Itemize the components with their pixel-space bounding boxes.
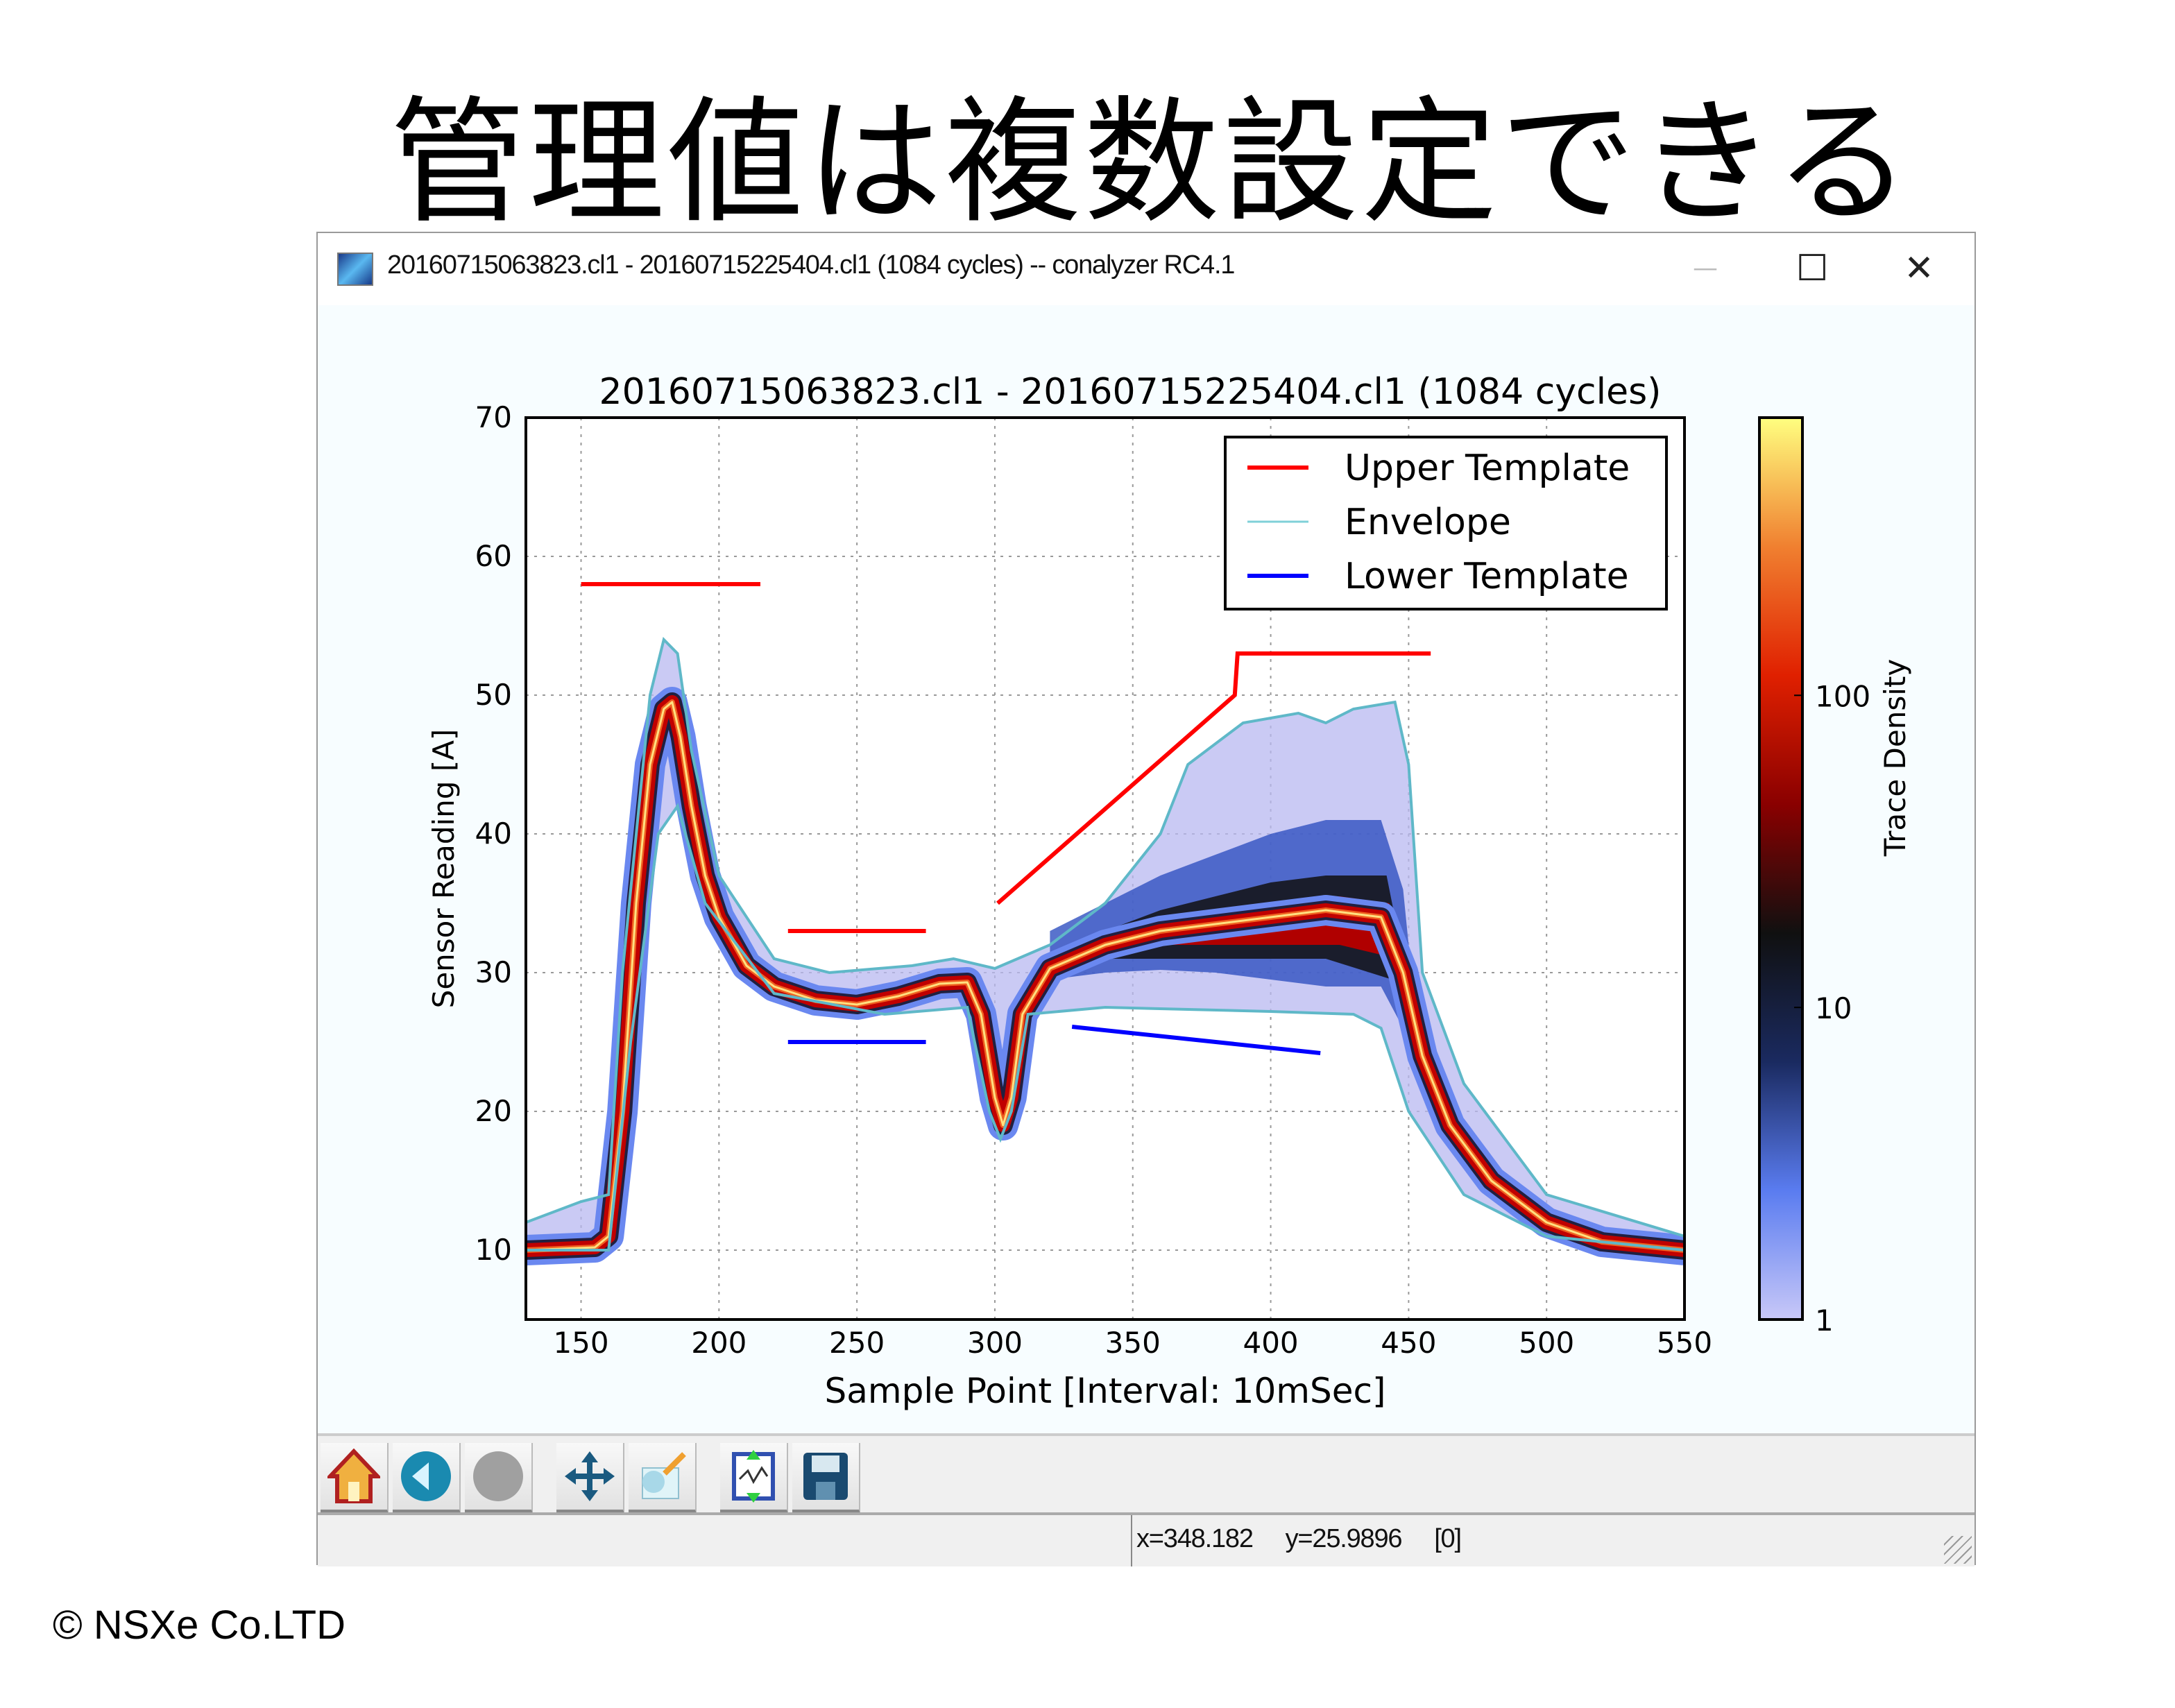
slide: 管理値は複数設定できる 20160715063823.cl1 - 2016071…: [0, 0, 2175, 1708]
forward-button[interactable]: [465, 1443, 533, 1514]
x-axis-label: Sample Point [Interval: 10mSec]: [825, 1371, 1386, 1411]
colorbar: [1758, 416, 1804, 1321]
x-tick-label: 250: [829, 1326, 885, 1360]
minimize-button[interactable]: —: [1664, 241, 1747, 297]
y-tick-label: 40: [475, 817, 512, 851]
close-button[interactable]: ✕: [1877, 241, 1961, 297]
status-bar: x=348.182 y=25.9896 [0]: [318, 1512, 1974, 1566]
chart: 150 200 250 300 350 400 450 500 550 10 20 30 40 50 60 7…: [427, 371, 1912, 1411]
y-tick-label: 10: [475, 1233, 512, 1267]
zoom-button[interactable]: [629, 1443, 697, 1514]
status-index: [0]: [1434, 1525, 1462, 1554]
window-title: 20160715063823.cl1 - 20160715225404.cl1 …: [387, 251, 1235, 280]
legend-label: Upper Template: [1345, 447, 1630, 489]
status-y: y=25.9896: [1285, 1525, 1403, 1554]
title-bar: 20160715063823.cl1 - 20160715225404.cl1 …: [318, 233, 1974, 305]
status-divider: [1131, 1515, 1132, 1566]
configure-subplots-button[interactable]: [720, 1443, 788, 1514]
y-tick-label: 60: [475, 539, 512, 573]
status-x: x=348.182: [1136, 1525, 1254, 1554]
x-tick-label: 550: [1657, 1326, 1712, 1360]
app-window: 20160715063823.cl1 - 20160715225404.cl1 …: [316, 232, 1976, 1566]
y-tick-label: 50: [475, 678, 512, 712]
app-waveform-icon: [337, 253, 373, 286]
legend-label: Lower Template: [1345, 556, 1629, 597]
chart-title: 20160715063823.cl1 - 20160715225404.cl1 …: [599, 371, 1662, 413]
colorbar-tick-label: 100: [1815, 679, 1870, 713]
toolbar: [318, 1433, 1974, 1515]
x-tick-label: 450: [1381, 1326, 1436, 1360]
x-tick-label: 300: [967, 1326, 1023, 1360]
status-coordinates: x=348.182 y=25.9896 [0]: [1136, 1525, 1462, 1555]
resize-grip[interactable]: [1944, 1536, 1972, 1564]
zoom-rect-icon: [642, 1452, 686, 1499]
pan-button[interactable]: [556, 1443, 624, 1514]
save-button[interactable]: [792, 1443, 860, 1514]
subplots-icon: [732, 1450, 775, 1503]
colorbar-label: Trace Density: [1878, 659, 1912, 857]
colorbar-tick-label: 1: [1815, 1304, 1834, 1338]
home-icon: [327, 1449, 380, 1503]
x-tick-label: 500: [1519, 1326, 1574, 1360]
forward-disabled-icon: [473, 1451, 523, 1501]
move-arrows-icon: [565, 1451, 615, 1501]
back-arrow-icon: [401, 1451, 451, 1501]
maximize-button[interactable]: ☐: [1771, 241, 1854, 297]
slide-title: 管理値は複数設定できる: [389, 85, 1914, 243]
colorbar-tick-label: 10: [1815, 991, 1852, 1025]
y-tick-label: 30: [475, 955, 512, 989]
y-tick-label: 20: [475, 1094, 512, 1128]
legend-label: Envelope: [1345, 502, 1511, 543]
x-tick-label: 350: [1105, 1326, 1161, 1360]
x-tick-label: 200: [691, 1326, 747, 1360]
back-button[interactable]: [393, 1443, 461, 1514]
copyright: © NSXe Co.LTD: [53, 1604, 346, 1648]
x-tick-label: 400: [1243, 1326, 1298, 1360]
y-tick-label: 70: [475, 400, 512, 434]
floppy-disk-icon: [803, 1453, 848, 1500]
y-axis-label: Sensor Reading [A]: [427, 729, 461, 1009]
home-button[interactable]: [321, 1443, 389, 1514]
x-tick-label: 150: [553, 1326, 608, 1360]
